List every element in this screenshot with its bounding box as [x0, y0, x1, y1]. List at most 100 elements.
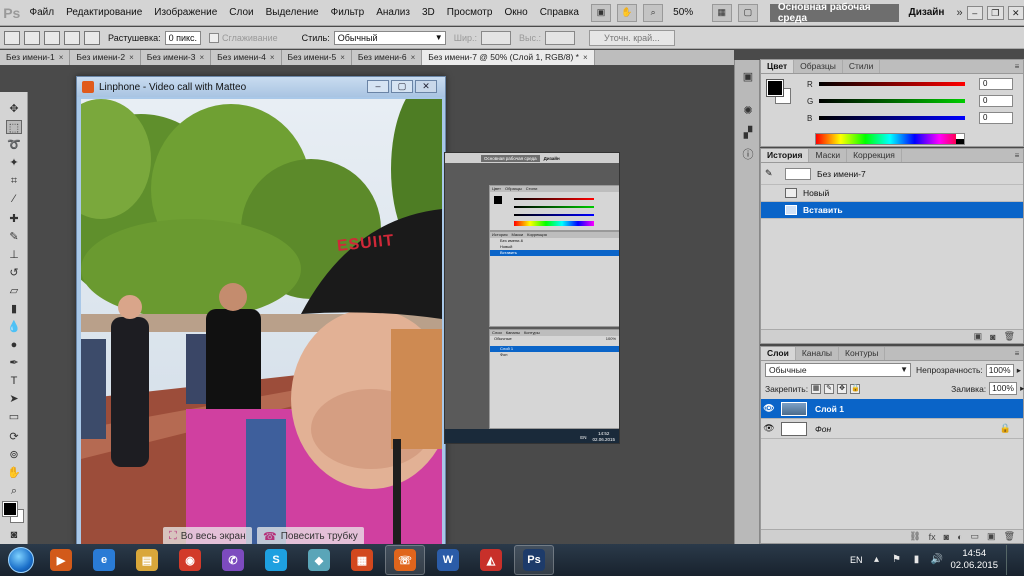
blur-tool-icon[interactable]: 💧 [6, 320, 22, 334]
network-icon[interactable]: ▮ [910, 554, 922, 566]
mini-bridge-icon[interactable]: ▣ [740, 70, 756, 84]
tab-layers[interactable]: Слои [761, 347, 796, 360]
style-select[interactable]: Обычный ▼ [333, 30, 446, 45]
tab-adjustments[interactable]: Коррекция [847, 149, 902, 162]
refine-edge-button[interactable]: Уточн. край... [589, 29, 675, 46]
show-desktop-button[interactable] [1006, 545, 1016, 575]
close-icon[interactable]: × [129, 50, 134, 65]
menu-image[interactable]: Изображение [148, 0, 223, 26]
shape-tool-icon[interactable]: ▭ [6, 410, 22, 424]
navigator-icon[interactable]: ✺ [740, 104, 756, 118]
workspace-essentials-button[interactable]: Основная рабочая среда [769, 2, 899, 24]
add-selection-icon[interactable] [44, 30, 60, 45]
trash-icon[interactable]: 🗑 [1004, 531, 1015, 542]
layer-row[interactable]: 👁 Фон 🔒 [761, 419, 1023, 439]
subtract-selection-icon[interactable] [64, 30, 80, 45]
close-icon[interactable]: × [270, 50, 275, 65]
magic-wand-tool-icon[interactable]: ✦ [6, 156, 22, 170]
info-icon[interactable]: ⓘ [740, 148, 756, 162]
trash-icon[interactable]: 🗑 [1004, 331, 1015, 342]
link-layers-icon[interactable]: ⛓ [909, 531, 920, 542]
marquee-preset-icon[interactable] [4, 30, 20, 45]
new-group-icon[interactable]: ▭ [971, 531, 980, 542]
new-document-from-state-icon[interactable]: ▣ [974, 331, 983, 342]
camera-snapshot-icon[interactable]: ◙ [990, 332, 995, 342]
taskbar-app-button[interactable]: ☏ [385, 545, 425, 575]
zoom-tool-icon[interactable]: ⌕ [6, 484, 22, 498]
pen-tool-icon[interactable]: ✒ [6, 356, 22, 370]
3d-orbit-tool-icon[interactable]: ⊚ [6, 448, 22, 462]
minimize-button[interactable]: – [966, 5, 984, 20]
chevron-right-icon[interactable]: ▸ [1017, 365, 1021, 376]
panel-menu-icon[interactable]: ≡ [1011, 60, 1023, 73]
taskbar-app-button[interactable]: ◭ [471, 545, 511, 575]
blue-value-input[interactable]: 0 [979, 112, 1013, 124]
layer-row[interactable]: 👁 Слой 1 [761, 399, 1023, 419]
dodge-tool-icon[interactable]: ● [6, 338, 22, 352]
green-value-input[interactable]: 0 [979, 95, 1013, 107]
screen-mode-icon[interactable]: ▢ [737, 3, 758, 22]
lock-all-icon[interactable]: 🔒 [850, 383, 861, 394]
green-slider[interactable] [819, 99, 965, 103]
hand-tool-icon[interactable]: ✋ [6, 466, 22, 480]
taskbar-app-button[interactable]: ✆ [213, 545, 253, 575]
foreground-color-swatch[interactable] [2, 501, 18, 517]
hangup-button[interactable]: ☎ Повесить трубку [257, 527, 364, 545]
close-button[interactable]: ✕ [1007, 5, 1024, 20]
history-item[interactable]: Новый [761, 185, 1023, 202]
opacity-input[interactable]: 100% [985, 363, 1014, 377]
tab-color[interactable]: Цвет [761, 60, 795, 73]
doc-tab-3[interactable]: Без имени-3 × [140, 50, 212, 65]
menu-3d[interactable]: 3D [416, 0, 441, 26]
taskbar-app-button[interactable]: e [84, 545, 124, 575]
new-layer-icon[interactable]: ▣ [987, 531, 996, 542]
lock-pixels-icon[interactable]: ✎ [824, 383, 835, 394]
adjustment-layer-icon[interactable]: ◐ [957, 532, 962, 542]
menu-help[interactable]: Справка [534, 0, 585, 26]
blue-slider[interactable] [819, 116, 965, 120]
close-icon[interactable]: × [583, 50, 588, 65]
bridge-icon[interactable]: ▣ [590, 3, 611, 22]
workspace-design-button[interactable]: Дизайн [909, 7, 945, 18]
arrange-docs-icon[interactable]: ▦ [711, 3, 732, 22]
fill-input[interactable]: 100% [989, 382, 1018, 395]
healing-brush-tool-icon[interactable]: ✚ [6, 212, 22, 226]
3d-rotate-tool-icon[interactable]: ⟳ [6, 430, 22, 444]
eye-icon[interactable]: 👁 [761, 403, 777, 414]
history-snapshot[interactable]: ✎ Без имени-7 [761, 163, 1023, 185]
quick-mask-icon[interactable]: ◙ [6, 528, 22, 542]
eraser-tool-icon[interactable]: ▱ [6, 284, 22, 298]
close-icon[interactable]: × [59, 50, 64, 65]
chevron-right-icon[interactable]: ▸ [1020, 383, 1024, 394]
red-value-input[interactable]: 0 [979, 78, 1013, 90]
volume-icon[interactable]: 🔊 [930, 554, 942, 566]
history-item[interactable]: Вставить [761, 202, 1023, 219]
add-mask-icon[interactable]: ◙ [944, 532, 949, 542]
histogram-icon[interactable]: ▞ [740, 126, 756, 140]
doc-tab-1[interactable]: Без имени-1 × [0, 50, 71, 65]
feather-input[interactable]: 0 пикс. [164, 30, 202, 45]
menu-layers[interactable]: Слои [223, 0, 259, 26]
start-button[interactable] [4, 544, 38, 576]
panel-menu-icon[interactable]: ≡ [1011, 347, 1023, 360]
move-tool-icon[interactable]: ✥ [6, 102, 22, 116]
minimize-button[interactable]: – [367, 80, 389, 93]
close-button[interactable]: ✕ [415, 80, 437, 93]
close-icon[interactable]: × [411, 50, 416, 65]
brush-tool-icon[interactable]: ✎ [6, 230, 22, 244]
flag-icon[interactable]: ⚑ [890, 554, 902, 566]
menu-window[interactable]: Окно [498, 0, 533, 26]
lock-transparency-icon[interactable]: ▦ [811, 383, 822, 394]
doc-tab-5[interactable]: Без имени-5 × [281, 50, 352, 65]
fullscreen-button[interactable]: ⛶ Во весь экран [163, 527, 252, 545]
eye-icon[interactable]: 👁 [761, 423, 777, 434]
restore-button[interactable]: ❐ [987, 5, 1004, 20]
tab-swatches[interactable]: Образцы [794, 60, 843, 73]
black-white-swatch[interactable] [956, 134, 964, 144]
taskbar-app-button[interactable]: ◆ [299, 545, 339, 575]
type-tool-icon[interactable]: T [6, 374, 22, 388]
taskbar-app-button[interactable]: ▶ [41, 545, 81, 575]
close-icon[interactable]: × [199, 50, 204, 65]
linphone-title-bar[interactable]: Linphone - Video call with Matteo [77, 77, 445, 97]
zoom-level[interactable]: 50% [673, 7, 706, 18]
